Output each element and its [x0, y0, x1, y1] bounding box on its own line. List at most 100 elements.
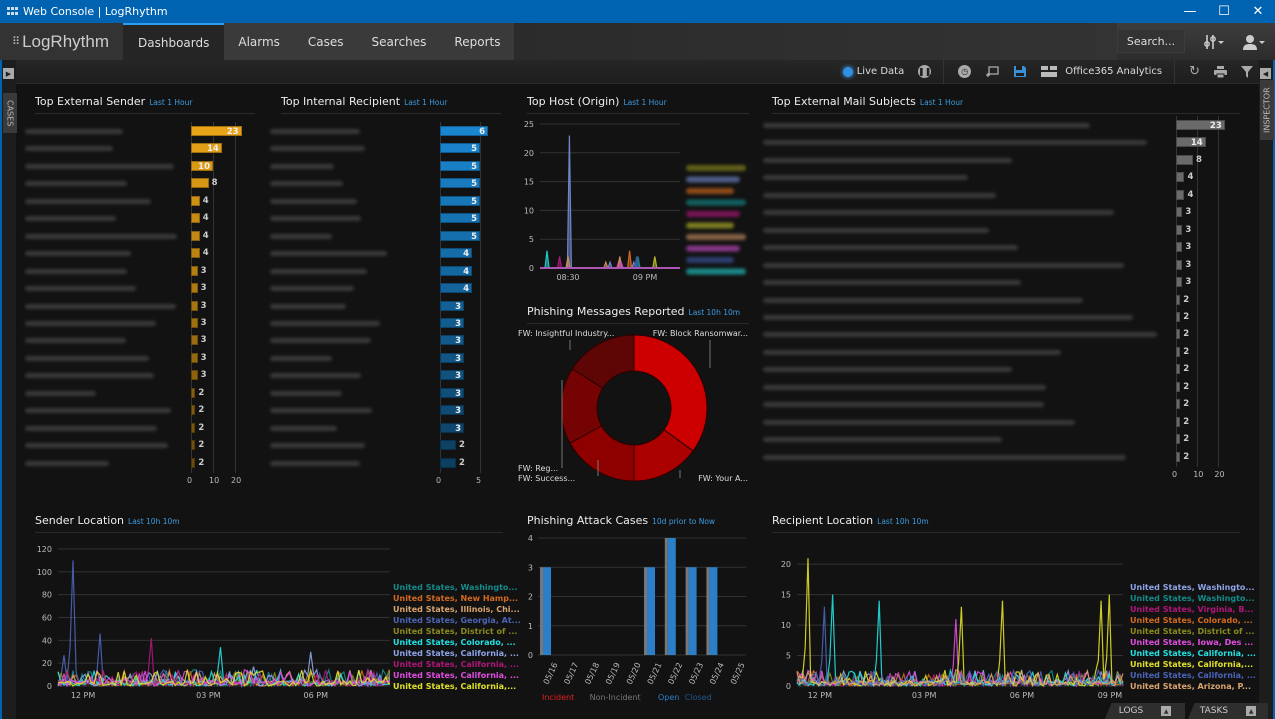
bar — [1176, 364, 1181, 375]
legend-entry[interactable]: Incident — [542, 693, 574, 702]
pause-button[interactable]: ❚❚ — [918, 65, 931, 78]
bar-value: 4 — [1187, 172, 1194, 183]
blurred-label — [763, 402, 1045, 408]
blurred-label — [763, 175, 969, 181]
time-range-link[interactable]: Last 10h 10m — [128, 517, 180, 526]
blurred-label — [25, 251, 132, 257]
dashboard-name[interactable]: Office365 Analytics — [1065, 66, 1162, 77]
tab-cases[interactable]: Cases — [294, 23, 358, 60]
legend-entry[interactable]: United States, District of ... — [1130, 626, 1256, 637]
blurred-label — [270, 408, 373, 414]
legend-entry[interactable]: United States, New Hamp... — [393, 593, 521, 604]
legend-entry[interactable]: United States, Illinois, Chi... — [393, 604, 521, 615]
legend-entry[interactable]: Closed — [685, 693, 712, 702]
clock-icon: ◷ — [958, 65, 972, 78]
filter-button[interactable] — [1241, 65, 1253, 78]
x-tick-label: 09 PM — [633, 273, 658, 282]
expand-inspector-icon[interactable]: ◀ — [1260, 68, 1271, 79]
tab-searches[interactable]: Searches — [358, 23, 441, 60]
search-input[interactable]: Search... — [1117, 29, 1185, 53]
x-tick-label: 12 PM — [808, 691, 833, 700]
time-range-link[interactable]: 10d prior to Now — [652, 517, 715, 526]
legend-entry[interactable]: United States, California, ... — [393, 648, 521, 659]
legend-entry[interactable]: United States, Colorado, ... — [1130, 615, 1256, 626]
x-tick-label: 05/16 — [542, 661, 560, 686]
bar-value: 2 — [1183, 294, 1190, 305]
legend-entry[interactable]: United States, Washingto... — [393, 582, 521, 593]
bar — [191, 265, 198, 276]
refresh-button[interactable]: ↻ — [1189, 64, 1200, 79]
time-range-link[interactable]: Last 10h 10m — [877, 517, 929, 526]
bar: 5 — [440, 178, 480, 189]
logs-tab[interactable]: LOGS ▲ — [1105, 703, 1185, 719]
panel-title: Top Internal Recipient — [281, 95, 401, 108]
tab-dashboards[interactable]: Dashboards — [123, 23, 225, 60]
blurred-label — [763, 192, 997, 198]
slice-label: FW: Your A... — [698, 474, 748, 483]
gridline — [213, 122, 214, 473]
time-range-link[interactable]: Last 1 Hour — [404, 98, 447, 107]
add-widget-button[interactable] — [985, 65, 999, 78]
user-icon[interactable] — [1235, 23, 1275, 60]
bar-value: 2 — [1183, 346, 1190, 357]
legend-entry[interactable]: United States, Colorado, ... — [393, 637, 521, 648]
close-button[interactable]: ✕ — [1241, 4, 1275, 19]
legend-entry-blurred — [686, 245, 740, 252]
blurred-label — [270, 338, 372, 344]
dashboard-toolbar: Live Data ❚❚ ◷ Office365 Analytics ↻ — [16, 59, 1259, 84]
legend-entry[interactable]: United States, Washingto... — [1130, 593, 1256, 604]
legend-entry[interactable]: United States, California, ... — [1130, 648, 1256, 659]
legend-entry[interactable]: United States, California, ... — [1130, 670, 1256, 681]
panel-title: Top Host (Origin) — [527, 95, 620, 108]
phishing-attack-cases-chart: 0 1 2 3 4 05/16 05/17 05/18 05/19 05/20 05/21 05/22… — [528, 534, 747, 702]
maximize-button[interactable]: ☐ — [1207, 4, 1241, 19]
legend-entry[interactable]: Open — [658, 693, 679, 702]
blurred-label — [25, 286, 136, 292]
legend-entry[interactable]: United States, California,... — [1130, 659, 1256, 670]
save-button[interactable] — [1013, 65, 1027, 78]
panel-recipient-location: Recipient Location Last 10h 10m — [772, 514, 1240, 533]
legend-entry[interactable]: United States, Arizona, P... — [1130, 681, 1256, 692]
bar — [440, 440, 456, 451]
time-range-link[interactable]: Last 1 Hour — [920, 98, 963, 107]
legend-entry[interactable]: United States, Georgia, At... — [393, 615, 521, 626]
blurred-label — [270, 146, 365, 152]
sliders-icon[interactable] — [1195, 23, 1235, 60]
time-range-link[interactable]: Last 1 Hour — [623, 98, 666, 107]
tasks-tab[interactable]: TASKS ▲ — [1188, 703, 1268, 719]
legend-entry[interactable]: United States, California,... — [393, 681, 521, 692]
legend-entry[interactable]: United States, Iowa, Des ... — [1130, 637, 1256, 648]
x-tick-label: 05/23 — [687, 661, 705, 686]
time-range-button[interactable]: ◷ — [958, 65, 972, 78]
live-data-toggle[interactable]: Live Data — [842, 66, 904, 77]
bar-value: 2 — [198, 457, 205, 468]
time-range-link[interactable]: Last 10h 10m — [689, 308, 741, 317]
time-range-link[interactable]: Last 1 Hour — [149, 98, 192, 107]
y-tick-label: 2 — [528, 593, 533, 602]
inspector-tab[interactable]: INSPECTOR — [1260, 80, 1274, 140]
bar-value: 2 — [459, 457, 465, 468]
bar-value: 4 — [202, 195, 209, 206]
layout-button[interactable] — [1041, 66, 1058, 77]
legend-entry[interactable]: United States, Virginia, B... — [1130, 604, 1256, 615]
legend-entry[interactable]: United States, District of ... — [393, 626, 521, 637]
tab-alarms[interactable]: Alarms — [224, 23, 294, 60]
logrhythm-logo[interactable]: ⠿ LogRhythm — [0, 23, 123, 60]
bar — [1176, 416, 1181, 427]
panel-top-external-sender: Top External Sender Last 1 Hour — [35, 95, 255, 114]
legend-entry[interactable]: United States, California, ... — [393, 659, 521, 670]
blurred-label — [270, 355, 332, 361]
x-tick-label: 20 — [231, 476, 242, 485]
legend-entry[interactable]: Non-Incident — [590, 693, 641, 702]
expand-cases-icon[interactable]: ▶ — [3, 68, 14, 79]
series-line — [57, 560, 390, 688]
legend-entry[interactable]: United States, California, ... — [393, 670, 521, 681]
legend-entry[interactable]: United States, Washingto... — [1130, 582, 1256, 593]
tab-reports[interactable]: Reports — [440, 23, 514, 60]
minimize-button[interactable]: — — [1173, 4, 1207, 19]
cases-tab[interactable]: CASES — [3, 93, 17, 133]
bar: 3 — [440, 387, 464, 399]
x-tick-label: 05/22 — [666, 661, 684, 686]
print-button[interactable] — [1214, 65, 1227, 78]
filter-icon — [1241, 65, 1253, 78]
